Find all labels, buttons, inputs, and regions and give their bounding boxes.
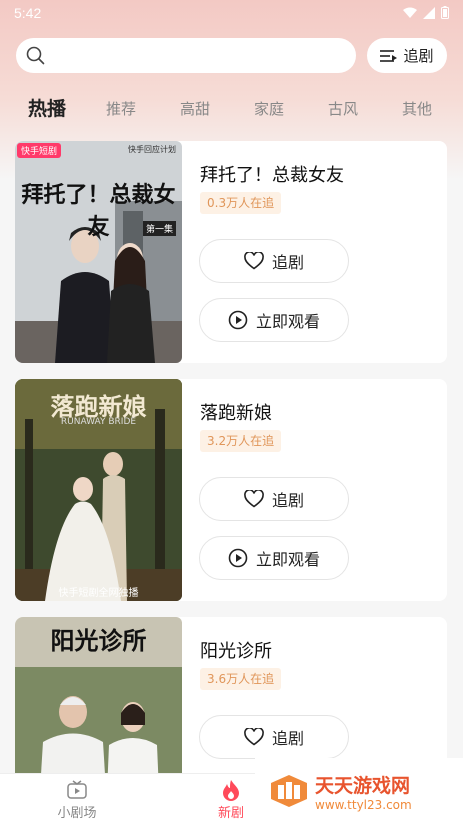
site-watermark: 天天游戏网 www.ttyl23.com [255, 758, 463, 824]
poster-note: 快手回应计划 [128, 145, 176, 154]
heart-icon [244, 252, 264, 270]
drama-title[interactable]: 拜托了！总裁女友 [200, 161, 344, 187]
wifi-icon [403, 7, 417, 18]
platform-badge: 快手短剧 [17, 143, 62, 158]
tab-ancient[interactable]: 古风 [328, 98, 358, 119]
drama-title[interactable]: 落跑新娘 [200, 399, 272, 425]
status-bar: 5:42 [0, 0, 463, 28]
search-icon [26, 46, 45, 65]
drama-card[interactable]: 落跑新娘 RUNAWAY BRIDE 快手短剧全网独播 落跑新娘 3.2万人在追… [15, 379, 447, 601]
category-tabs: 热播 推荐 高甜 家庭 古风 其他 [0, 90, 463, 126]
nav-new-drama-label: 新剧 [217, 806, 244, 821]
battery-icon [441, 6, 449, 19]
watermark-url: www.ttyl23.com [315, 797, 412, 812]
drama-poster[interactable]: 落跑新娘 RUNAWAY BRIDE 快手短剧全网独播 [15, 379, 182, 601]
list-icon [380, 49, 398, 62]
tab-recommend[interactable]: 推荐 [106, 98, 136, 119]
watch-now-label: 立即观看 [255, 550, 320, 569]
heart-icon [244, 490, 264, 508]
nav-theater-label: 小剧场 [57, 806, 97, 821]
viewers-badge: 0.3万人在追 [200, 192, 282, 214]
play-icon [228, 548, 248, 568]
follow-button[interactable]: 追剧 [199, 239, 349, 283]
tab-hot[interactable]: 热播 [28, 94, 66, 121]
tv-icon [67, 780, 87, 799]
follow-label: 追剧 [271, 253, 304, 272]
viewers-badge: 3.6万人在追 [200, 668, 282, 690]
flame-icon [223, 780, 239, 801]
tab-family[interactable]: 家庭 [254, 98, 284, 119]
drama-poster[interactable]: 快手短剧 快手回应计划 拜托了！总裁女友 第一集 [15, 141, 182, 363]
poster-title: 阳光诊所 [50, 626, 147, 655]
watermark-name: 天天游戏网 [315, 774, 411, 797]
tab-sweet[interactable]: 高甜 [180, 98, 210, 119]
watermark-logo [271, 775, 307, 807]
my-follow-button[interactable]: 追剧 [367, 38, 447, 73]
follow-button[interactable]: 追剧 [199, 477, 349, 521]
status-time: 5:42 [14, 5, 42, 21]
search-input[interactable] [16, 38, 356, 73]
play-icon [228, 310, 248, 330]
status-icons [403, 6, 449, 19]
watch-now-button[interactable]: 立即观看 [199, 536, 349, 580]
follow-button[interactable]: 追剧 [199, 715, 349, 759]
drama-title[interactable]: 阳光诊所 [200, 637, 272, 663]
poster-subtitle: RUNAWAY BRIDE [60, 417, 137, 427]
viewers-badge: 3.2万人在追 [200, 430, 282, 452]
watch-now-button[interactable]: 立即观看 [199, 298, 349, 342]
nav-theater[interactable]: 小剧场 [37, 778, 117, 821]
follow-label: 追剧 [271, 491, 304, 510]
episode-tag: 第一集 [142, 221, 176, 236]
signal-icon [423, 6, 435, 19]
poster-caption: 快手短剧全网独播 [58, 588, 139, 599]
my-follow-label: 追剧 [403, 47, 434, 65]
tab-other[interactable]: 其他 [402, 98, 432, 119]
heart-icon [244, 728, 264, 746]
drama-card[interactable]: 快手短剧 快手回应计划 拜托了！总裁女友 第一集 拜托了！总裁女友 0.3万人在… [15, 141, 447, 363]
watch-now-label: 立即观看 [255, 312, 320, 331]
poster-image [15, 141, 182, 363]
follow-label: 追剧 [271, 729, 304, 748]
